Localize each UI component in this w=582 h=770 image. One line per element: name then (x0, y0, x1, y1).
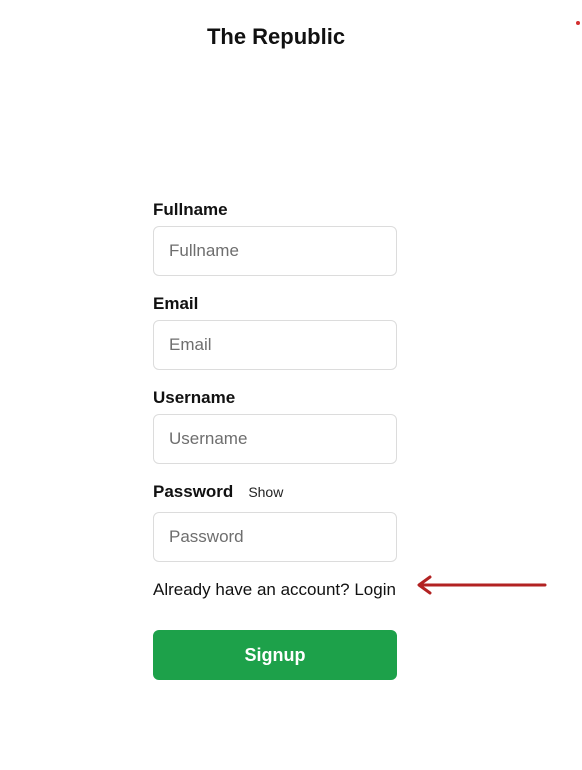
password-input[interactable] (153, 512, 397, 562)
login-prompt-text: Already have an account? (153, 580, 350, 599)
signup-button[interactable]: Signup (153, 630, 397, 680)
username-label: Username (153, 388, 236, 407)
show-password-toggle[interactable]: Show (248, 484, 283, 500)
email-input[interactable] (153, 320, 397, 370)
login-link[interactable]: Login (354, 580, 396, 599)
corner-dot (576, 21, 580, 25)
password-label-row: Password Show (153, 480, 397, 504)
login-prompt: Already have an account? Login (153, 578, 397, 602)
fullname-label: Fullname (153, 200, 228, 219)
site-title: The Republic (206, 24, 346, 49)
password-label: Password (153, 482, 234, 501)
signup-form: Fullname Email Username Password Show Al… (153, 198, 397, 680)
username-input[interactable] (153, 414, 397, 464)
fullname-input[interactable] (153, 226, 397, 276)
left-arrow-icon (417, 575, 547, 595)
email-label: Email (153, 294, 199, 313)
